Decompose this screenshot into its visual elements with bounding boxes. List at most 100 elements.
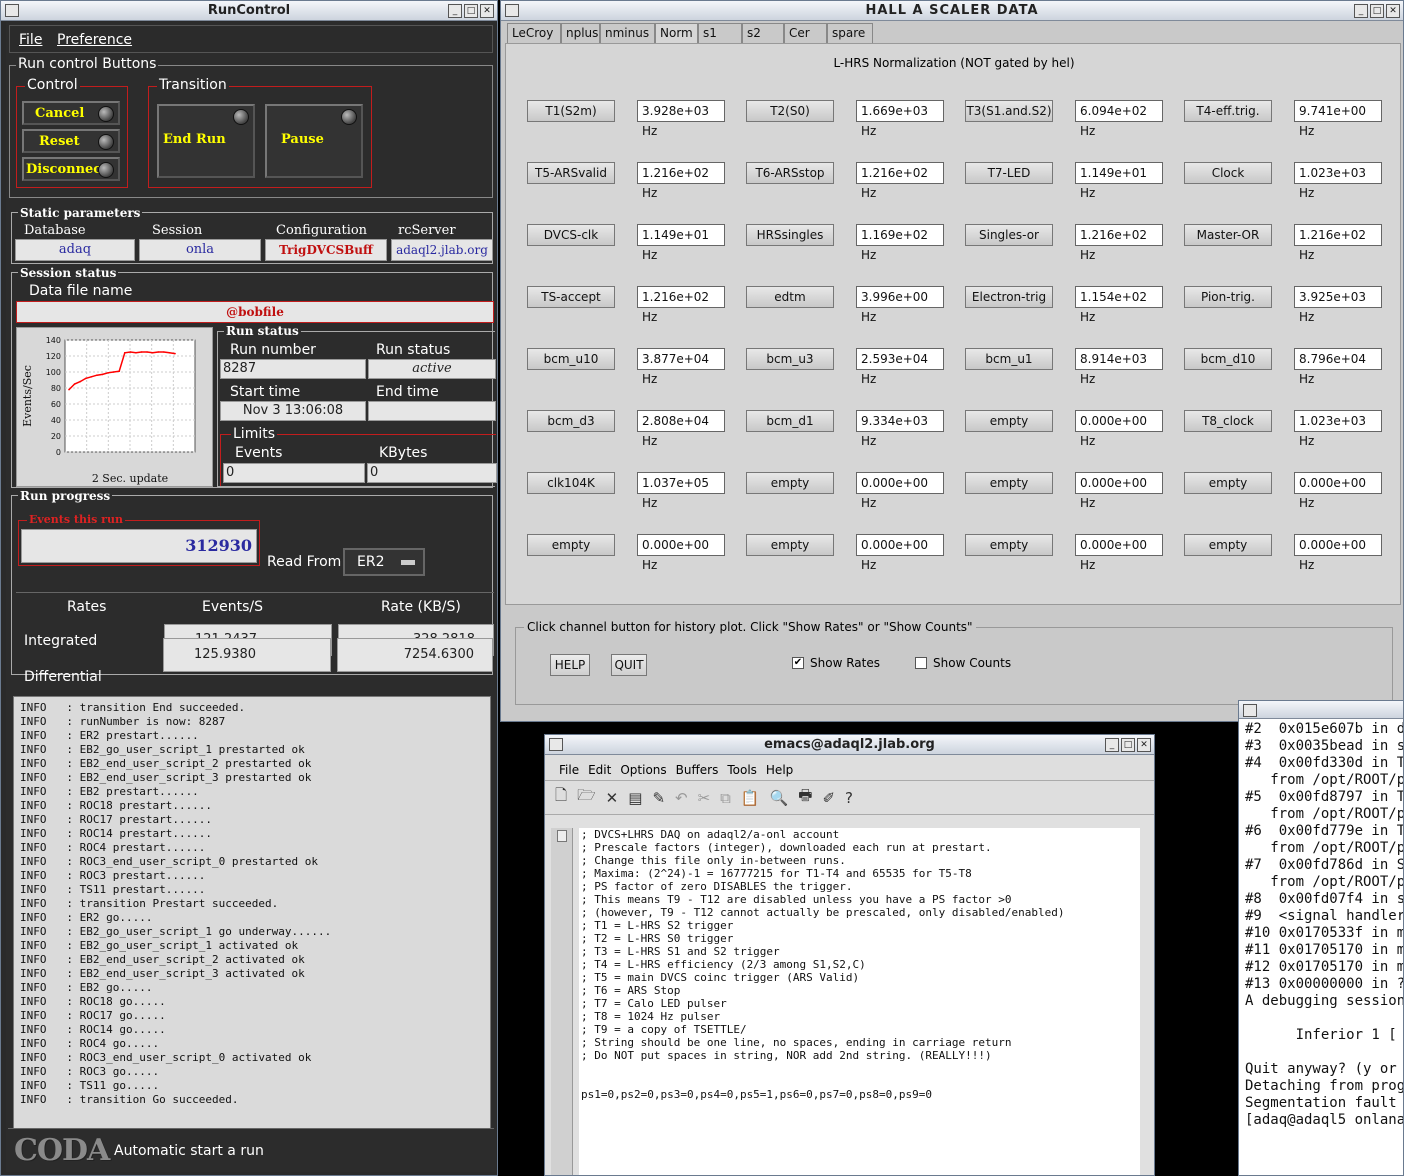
reset-button[interactable]: Reset bbox=[22, 129, 120, 153]
menu-edit[interactable]: Edit bbox=[588, 763, 611, 777]
cut-icon[interactable]: ✂ bbox=[698, 789, 711, 807]
channel-button[interactable]: T2(S0) bbox=[746, 100, 834, 122]
copy-icon[interactable]: ⧉ bbox=[720, 789, 731, 807]
channel-button[interactable]: Singles-or bbox=[965, 224, 1053, 246]
close-icon[interactable]: ✕ bbox=[1386, 4, 1400, 18]
channel-button[interactable]: empty bbox=[527, 534, 615, 556]
channel-button[interactable]: Pion-trig. bbox=[1184, 286, 1272, 308]
channel-button[interactable]: T5-ARSvalid bbox=[527, 162, 615, 184]
info-log[interactable]: INFO : transition End succeeded. INFO : r… bbox=[13, 696, 491, 1142]
channel-button[interactable]: T6-ARSstop bbox=[746, 162, 834, 184]
tab-cer[interactable]: Cer bbox=[784, 23, 827, 44]
paste-icon[interactable]: 📋 bbox=[741, 789, 760, 807]
disconnect-button[interactable]: Disconnect bbox=[22, 157, 120, 181]
terminal-line: #12 0x01705170 in ma bbox=[1245, 959, 1404, 975]
channel-button[interactable]: Master-OR bbox=[1184, 224, 1272, 246]
scroll-thumb[interactable] bbox=[557, 830, 567, 842]
help-icon[interactable]: ? bbox=[845, 789, 853, 807]
save-as-icon[interactable]: ✎ bbox=[652, 789, 665, 807]
tab-norm[interactable]: Norm bbox=[655, 23, 698, 44]
menu-preference[interactable]: Preference bbox=[57, 32, 132, 48]
channel-button[interactable]: bcm_d10 bbox=[1184, 348, 1272, 370]
menu-options[interactable]: Options bbox=[620, 763, 666, 777]
close-icon[interactable]: ✕ bbox=[480, 4, 494, 18]
channel-button[interactable]: empty bbox=[1184, 472, 1272, 494]
menu-tools[interactable]: Tools bbox=[727, 763, 757, 777]
kbytes-limit-input[interactable]: 0 bbox=[367, 463, 497, 483]
channel-button[interactable]: T8_clock bbox=[1184, 410, 1272, 432]
scrollbar[interactable] bbox=[551, 828, 573, 1175]
channel-button[interactable]: T1(S2m) bbox=[527, 100, 615, 122]
tab-nplus[interactable]: nplus bbox=[561, 23, 600, 44]
channel-button[interactable]: bcm_d3 bbox=[527, 410, 615, 432]
window-menu-icon[interactable] bbox=[549, 738, 563, 751]
tab-s2[interactable]: s2 bbox=[742, 23, 784, 44]
search-icon[interactable]: 🔍 bbox=[770, 789, 789, 807]
channel-rate-field: 2.808e+04 Hz bbox=[637, 410, 725, 448]
terminal-line: Detaching from progr bbox=[1245, 1078, 1404, 1094]
runcontrol-titlebar[interactable]: RunControl _ □ ✕ bbox=[1, 1, 497, 21]
print-icon[interactable]: 🖶 bbox=[798, 785, 812, 810]
channel-button[interactable]: Clock bbox=[1184, 162, 1272, 184]
undo-icon[interactable]: ↶ bbox=[675, 789, 688, 807]
help-button[interactable]: HELP bbox=[550, 654, 590, 676]
maximize-icon[interactable]: □ bbox=[1370, 4, 1384, 18]
terminal-titlebar[interactable] bbox=[1239, 701, 1403, 719]
save-icon[interactable]: ▤ bbox=[628, 789, 642, 807]
maximize-icon[interactable]: □ bbox=[464, 4, 478, 18]
cancel-button[interactable]: Cancel bbox=[22, 101, 120, 125]
menu-file[interactable]: File bbox=[19, 32, 42, 48]
tab-s1[interactable]: s1 bbox=[698, 23, 742, 44]
channel-button[interactable]: TS-accept bbox=[527, 286, 615, 308]
channel-button[interactable]: empty bbox=[965, 472, 1053, 494]
channel-button[interactable]: empty bbox=[965, 410, 1053, 432]
channel-button[interactable]: clk104K bbox=[527, 472, 615, 494]
quit-button[interactable]: QUIT bbox=[611, 654, 647, 676]
menu-help[interactable]: Help bbox=[766, 763, 793, 777]
maximize-icon[interactable]: □ bbox=[1121, 738, 1135, 752]
channel-button[interactable]: HRSsingles bbox=[746, 224, 834, 246]
terminal-output[interactable]: #2 0x015e607b in do #3 0x0035bead in sy #4… bbox=[1245, 721, 1404, 1129]
menu-buffers[interactable]: Buffers bbox=[676, 763, 719, 777]
minimize-icon[interactable]: _ bbox=[448, 4, 462, 18]
window-menu-icon[interactable] bbox=[1243, 704, 1257, 717]
events-limit-input[interactable]: 0 bbox=[223, 463, 365, 483]
channel-button[interactable]: bcm_u3 bbox=[746, 348, 834, 370]
window-menu-icon[interactable] bbox=[505, 4, 519, 17]
channel-button[interactable]: DVCS-clk bbox=[527, 224, 615, 246]
channel-button[interactable]: empty bbox=[746, 472, 834, 494]
window-menu-icon[interactable] bbox=[5, 4, 19, 17]
new-file-icon[interactable]: 🗋 bbox=[555, 785, 567, 810]
preferences-icon[interactable]: ✐ bbox=[822, 789, 835, 807]
show-rates-checkbox[interactable]: ✔ bbox=[792, 657, 804, 669]
emacs-titlebar[interactable]: emacs@adaql2.jlab.org _ □ ✕ bbox=[545, 735, 1154, 755]
open-folder-icon[interactable]: 🗁 bbox=[577, 785, 596, 810]
tab-lecroy[interactable]: LeCroy bbox=[507, 23, 561, 44]
close-icon[interactable]: ✕ bbox=[1137, 738, 1151, 752]
channel-button[interactable]: Electron-trig bbox=[965, 286, 1053, 308]
scaler-titlebar[interactable]: HALL A SCALER DATA _ □ ✕ bbox=[501, 1, 1403, 21]
channel-button[interactable]: bcm_u1 bbox=[965, 348, 1053, 370]
tab-spare[interactable]: spare bbox=[827, 23, 873, 44]
terminal-line: #10 0x0170533f in ma bbox=[1245, 925, 1404, 941]
close-buffer-icon[interactable]: ✕ bbox=[606, 789, 619, 807]
channel-button[interactable]: bcm_d1 bbox=[746, 410, 834, 432]
channel-button[interactable]: edtm bbox=[746, 286, 834, 308]
show-counts-checkbox[interactable] bbox=[915, 657, 927, 669]
channel-button[interactable]: empty bbox=[1184, 534, 1272, 556]
channel-rate-field: 1.169e+02 Hz bbox=[856, 224, 944, 262]
menu-file[interactable]: File bbox=[559, 763, 579, 777]
channel-button[interactable]: T7-LED bbox=[965, 162, 1053, 184]
end-run-button[interactable]: End Run bbox=[157, 104, 255, 178]
channel-button[interactable]: T3(S1.and.S2) bbox=[965, 100, 1053, 122]
channel-button[interactable]: bcm_u10 bbox=[527, 348, 615, 370]
channel-button[interactable]: empty bbox=[965, 534, 1053, 556]
minimize-icon[interactable]: _ bbox=[1105, 738, 1119, 752]
minimize-icon[interactable]: _ bbox=[1354, 4, 1368, 18]
channel-button[interactable]: T4-eff.trig. bbox=[1184, 100, 1272, 122]
channel-button[interactable]: empty bbox=[746, 534, 834, 556]
read-from-select[interactable]: ER2 bbox=[343, 548, 425, 576]
tab-nminus[interactable]: nminus bbox=[600, 23, 655, 44]
emacs-buffer[interactable]: ; DVCS+LHRS DAQ on adaql2/a-onl account;… bbox=[579, 828, 1140, 1175]
pause-button[interactable]: Pause bbox=[265, 104, 363, 178]
